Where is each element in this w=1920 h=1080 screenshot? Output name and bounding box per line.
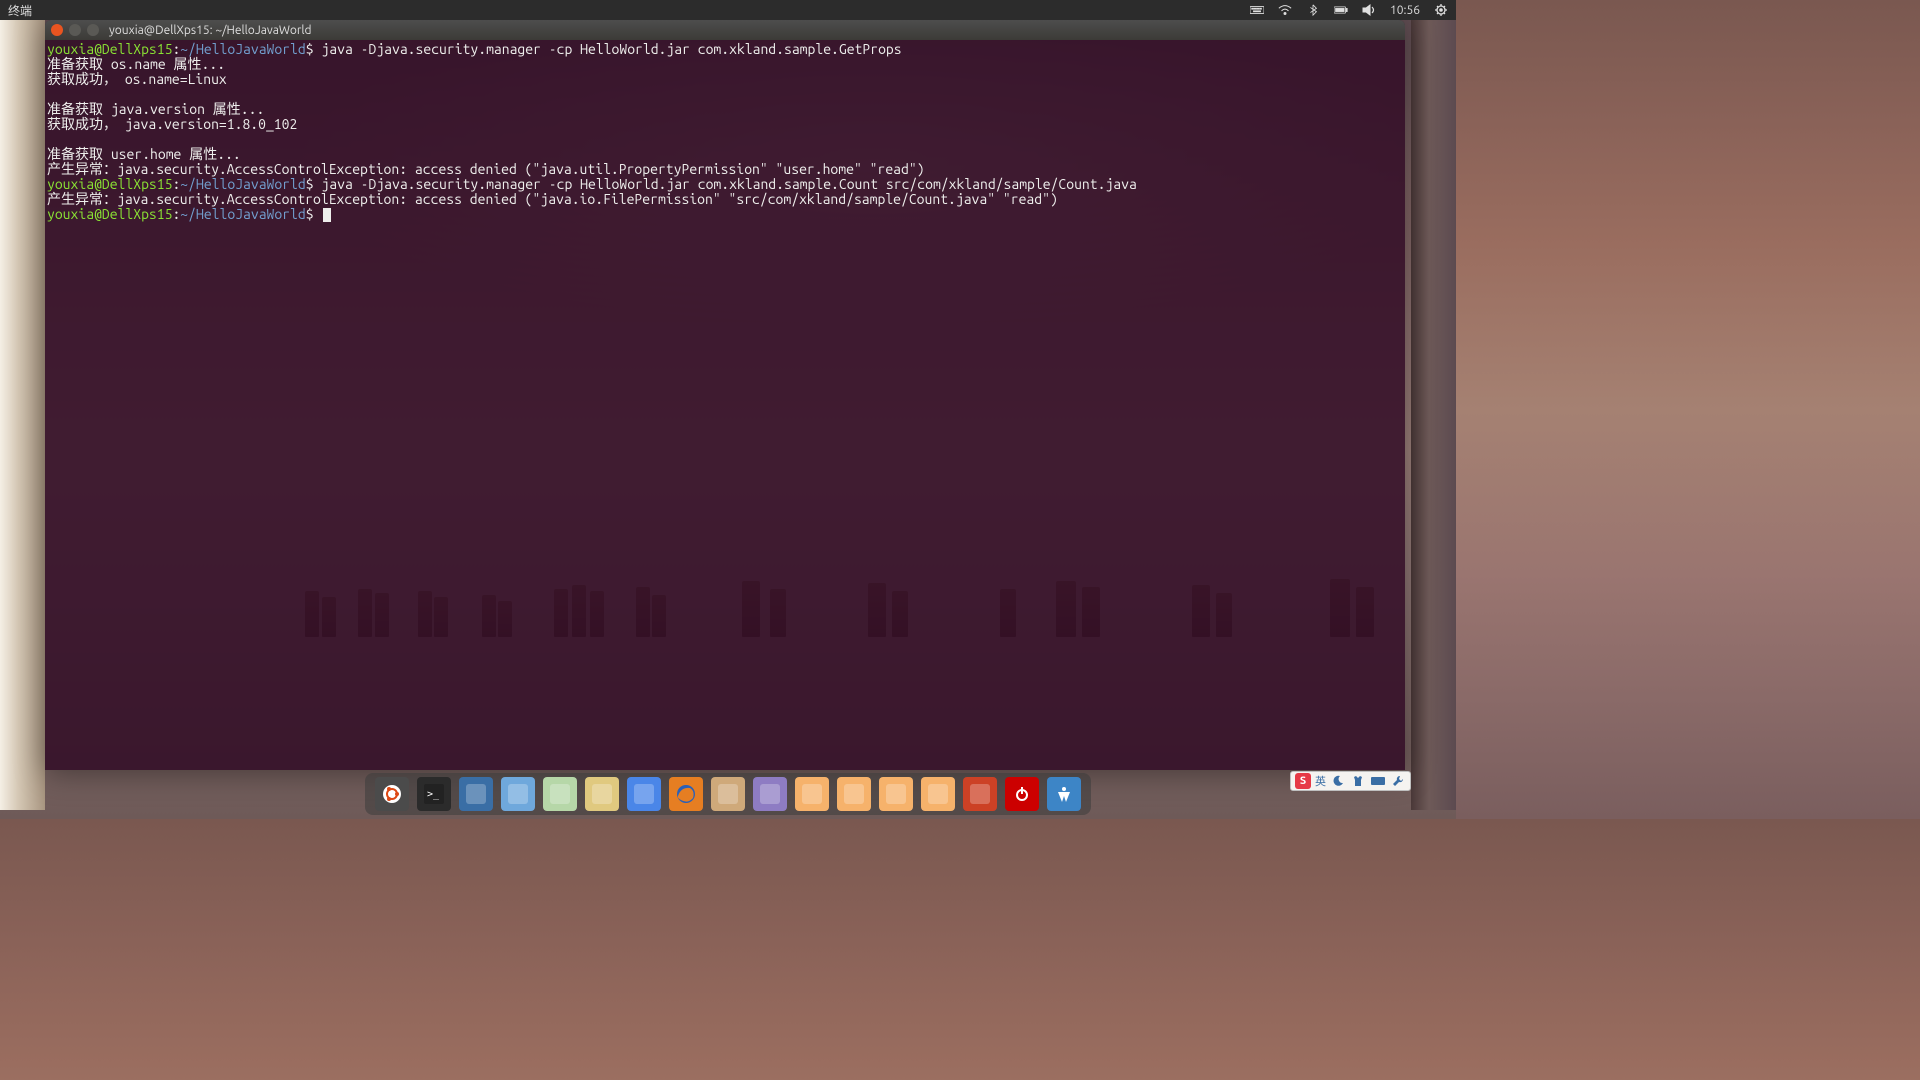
prompt-dollar: $ (306, 176, 314, 192)
dock-item-accessibility[interactable] (1047, 777, 1081, 811)
dock-item-calendar[interactable] (711, 777, 745, 811)
close-icon[interactable] (51, 24, 63, 36)
wifi-icon[interactable] (1278, 4, 1292, 16)
ime-shirt-icon[interactable] (1350, 773, 1366, 789)
window-titlebar[interactable]: youxia@DellXps15: ~/HelloJavaWorld (45, 20, 1405, 40)
command-line: java -Djava.security.manager -cp HelloWo… (314, 176, 1137, 192)
battery-icon[interactable] (1334, 4, 1348, 16)
clock-label[interactable]: 10:56 (1390, 4, 1420, 17)
keyboard-icon[interactable] (1250, 4, 1264, 16)
dock-item-file-manager[interactable] (585, 777, 619, 811)
prompt-path: ~/HelloJavaWorld (180, 176, 305, 192)
prompt-path: ~/HelloJavaWorld (180, 206, 305, 222)
minimize-icon[interactable] (69, 24, 81, 36)
wallpaper-right-edge (1411, 20, 1456, 810)
ime-panel[interactable]: S 英 (1290, 771, 1411, 791)
dock-item-firefox[interactable] (669, 777, 703, 811)
active-app-label: 终端 (8, 2, 32, 19)
ime-keyboard-icon[interactable] (1370, 773, 1386, 789)
output-line: 获取成功， os.name=Linux (47, 71, 227, 87)
prompt-dollar: $ (306, 41, 314, 57)
output-line: 准备获取 os.name 属性... (47, 56, 225, 72)
terminal-window: youxia@DellXps15: ~/HelloJavaWorld youxi… (45, 20, 1405, 770)
window-title: youxia@DellXps15: ~/HelloJavaWorld (109, 24, 312, 37)
prompt-path: ~/HelloJavaWorld (180, 41, 305, 57)
output-line: 产生异常：java.security.AccessControlExceptio… (47, 161, 925, 177)
dock-item-ubuntu-launcher[interactable] (375, 777, 409, 811)
dock[interactable]: >_ (365, 773, 1091, 815)
dock-item-chromium[interactable] (627, 777, 661, 811)
dock-item-editor[interactable] (543, 777, 577, 811)
terminal-cursor (323, 208, 331, 222)
prompt-user: youxia@DellXps15 (47, 176, 172, 192)
sogou-icon[interactable]: S (1295, 773, 1311, 789)
wallpaper-left-edge (0, 20, 45, 810)
output-line: 产生异常：java.security.AccessControlExceptio… (47, 191, 1058, 207)
dock-item-window-switcher[interactable] (459, 777, 493, 811)
prompt-user: youxia@DellXps15 (47, 41, 172, 57)
dock-item-folder-c[interactable] (921, 777, 955, 811)
dock-item-terminal[interactable]: >_ (417, 777, 451, 811)
top-menu-bar[interactable]: 终端 10:56 (0, 0, 1456, 20)
ime-wrench-icon[interactable] (1390, 773, 1406, 789)
bluetooth-icon[interactable] (1306, 4, 1320, 16)
dock-item-folder-a[interactable] (837, 777, 871, 811)
ime-moon-icon[interactable] (1330, 773, 1346, 789)
terminal-output-area[interactable]: youxia@DellXps15:~/HelloJavaWorld$ java … (45, 40, 1405, 224)
prompt-user: youxia@DellXps15 (47, 206, 172, 222)
prompt-dollar: $ (306, 206, 314, 222)
dock-item-power[interactable] (1005, 777, 1039, 811)
dock-item-notes[interactable] (753, 777, 787, 811)
ime-lang-label[interactable]: 英 (1315, 773, 1326, 789)
volume-icon[interactable] (1362, 4, 1376, 16)
command-line: java -Djava.security.manager -cp HelloWo… (314, 41, 902, 57)
output-line: 获取成功， java.version=1.8.0_102 (47, 116, 297, 132)
svg-text:>_: >_ (427, 789, 440, 800)
output-line: 准备获取 user.home 属性... (47, 146, 241, 162)
dock-item-home-folder[interactable] (795, 777, 829, 811)
dock-item-software-center[interactable] (963, 777, 997, 811)
power-gear-icon[interactable] (1434, 4, 1448, 16)
dock-item-folder-b[interactable] (879, 777, 913, 811)
maximize-icon[interactable] (87, 24, 99, 36)
dock-item-image-viewer[interactable] (501, 777, 535, 811)
output-line: 准备获取 java.version 属性... (47, 101, 264, 117)
